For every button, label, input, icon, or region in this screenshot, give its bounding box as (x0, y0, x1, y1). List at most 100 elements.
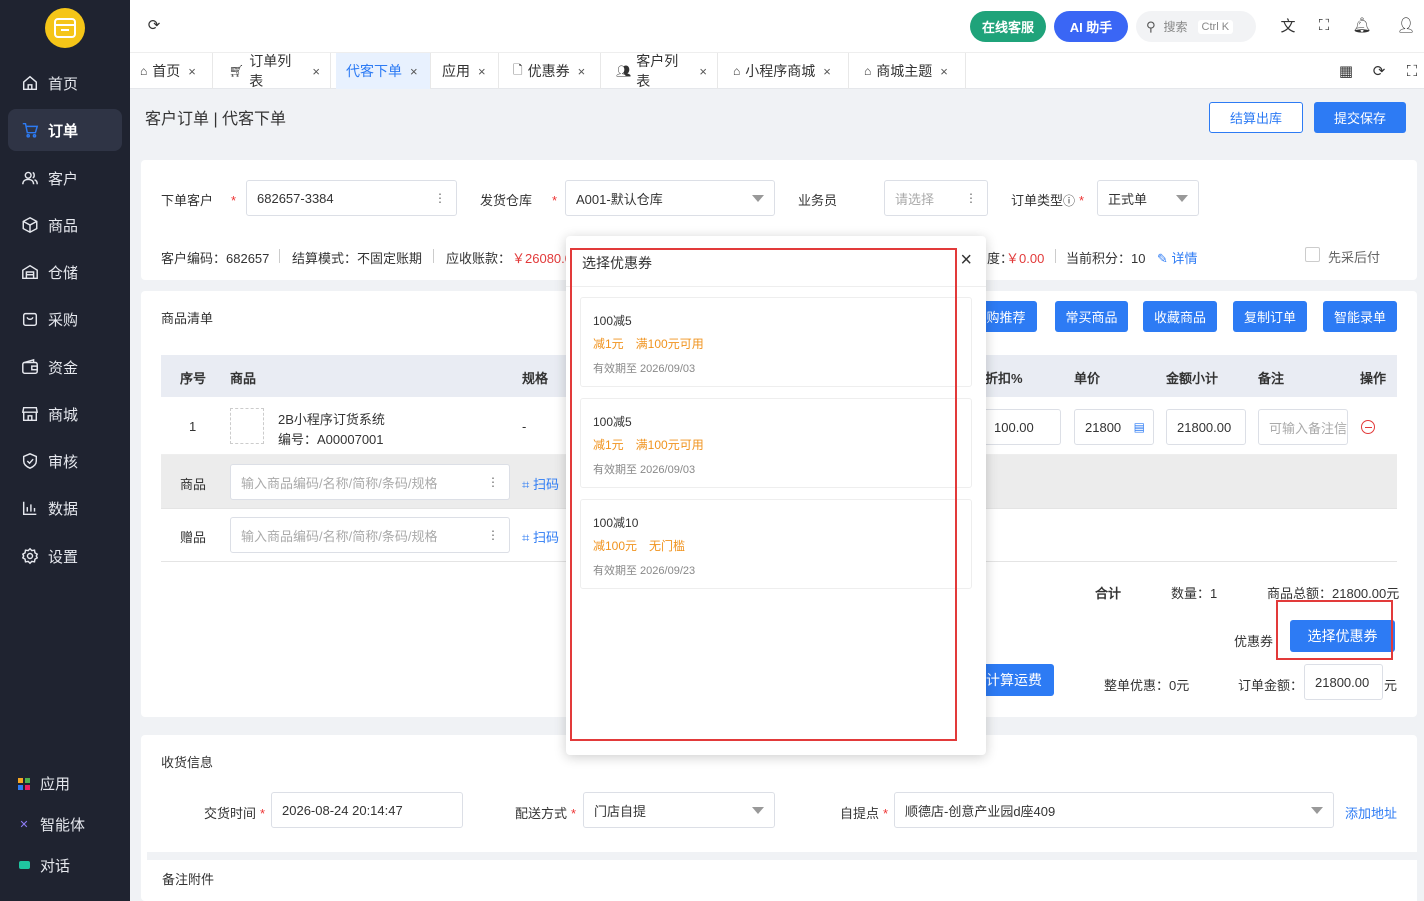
reload-icon[interactable]: ⟳ (1369, 61, 1389, 81)
warehouse-select[interactable]: A001-默认仓库 (565, 180, 775, 216)
search-box[interactable]: ⚲ 搜索 Ctrl K (1136, 11, 1256, 42)
sidebar-agents-label: 智能体 (40, 817, 86, 834)
online-service-button[interactable]: 在线客服 (970, 11, 1046, 42)
tab-mall-theme[interactable]: ⌂ 商城主题 × (854, 53, 966, 89)
product-spec: - (522, 419, 527, 434)
delivery-time-value: 2026-08-24 20:14:47 (282, 802, 403, 818)
store-icon (20, 404, 40, 424)
total-label: 合计 (1095, 586, 1122, 601)
subtotal-input[interactable]: 21800.00 (1166, 409, 1246, 445)
divider (1055, 249, 1056, 263)
sidebar-item-label: 商品 (48, 217, 79, 235)
sidebar-chat[interactable]: 对话 (18, 855, 70, 876)
sidebar-item-data[interactable]: 数据 (8, 487, 122, 529)
customer-field[interactable]: 682657-3384 ⋮ (246, 180, 457, 216)
chevron-down-icon (1176, 195, 1188, 202)
ai-assistant-button[interactable]: AI 助手 (1054, 11, 1128, 42)
delivery-time-label: 交货时间 * (204, 806, 266, 821)
order-amount-value: 21800.00 (1315, 674, 1370, 690)
add-address-link[interactable]: 添加地址 (1345, 803, 1397, 822)
sidebar-apps[interactable]: 应用 (18, 773, 70, 794)
gift-search-input[interactable]: 输入商品编码/名称/简称/条码/规格 ⋮ (230, 517, 510, 553)
order-type-select[interactable]: 正式单 (1097, 180, 1199, 216)
tab-customer-list[interactable]: 👥︎ 客户列表 × (606, 53, 718, 89)
close-icon[interactable]: × (478, 64, 486, 79)
col-remark: 备注 (1258, 371, 1285, 386)
price-input[interactable]: 21800 ▤ (1074, 409, 1154, 445)
copy-order-button[interactable]: 复制订单 (1233, 301, 1307, 332)
grid-icon[interactable]: ▦ (1336, 61, 1356, 81)
scan-icon: ⌗ (522, 477, 530, 492)
salesperson-select[interactable]: 请选择 ⋮ (884, 180, 988, 216)
tab-mini-program-mall[interactable]: ⌂ 小程序商城 × (723, 53, 849, 89)
sidebar-item-products[interactable]: 商品 (8, 204, 122, 246)
tab-home[interactable]: ⌂ 首页 × (130, 53, 213, 89)
delivery-method-select[interactable]: 门店自提 (583, 792, 775, 828)
tab-order-list[interactable]: 🛒︎ 订单列表 × (219, 53, 331, 89)
bag-icon (20, 309, 40, 329)
details-link[interactable]: ✎ 详情 (1157, 248, 1198, 267)
remark-input[interactable]: 可输入备注信 (1258, 409, 1348, 445)
discount-input[interactable]: 100.00 (983, 409, 1061, 445)
fullscreen-icon[interactable]: ⛶ (1314, 15, 1334, 35)
close-icon[interactable]: × (188, 64, 196, 79)
app-logo[interactable] (45, 8, 85, 48)
warehouse-value: A001-默认仓库 (576, 191, 663, 207)
close-icon[interactable]: × (699, 64, 707, 79)
tab-label: 应用 (442, 63, 470, 79)
help-icon: ⓘ (1063, 194, 1076, 208)
tab-place-order[interactable]: 代客下单 × (336, 53, 431, 89)
sidebar-item-review[interactable]: 审核 (8, 440, 122, 482)
tab-apps[interactable]: 应用 × (432, 53, 499, 89)
remove-row-icon[interactable] (1361, 420, 1375, 434)
cart-icon: 🛒︎ (229, 64, 245, 78)
smart-entry-button[interactable]: 智能录单 (1323, 301, 1397, 332)
frequent-products-button[interactable]: 常买商品 (1055, 301, 1128, 332)
user-icon[interactable]: 👤︎ (1396, 15, 1416, 35)
sidebar-item-warehouse[interactable]: 仓储 (8, 251, 122, 293)
balance-value: ￥0.00 (1006, 251, 1045, 266)
close-icon[interactable]: × (410, 64, 418, 79)
order-amount-input[interactable]: 21800.00 (1304, 664, 1383, 700)
calculate-shipping-button[interactable]: 计算运费 (974, 664, 1054, 696)
purchase-later-checkbox[interactable] (1305, 247, 1320, 262)
sidebar-item-purchase[interactable]: 采购 (8, 298, 122, 340)
sidebar-item-settings[interactable]: 设置 (8, 535, 122, 577)
close-icon[interactable]: × (312, 64, 320, 79)
sidebar-item-label: 资金 (48, 359, 79, 377)
col-product: 商品 (230, 371, 257, 386)
tab-coupons[interactable]: 🗋 优惠券 × (503, 53, 601, 89)
sidebar-item-orders[interactable]: 订单 (8, 109, 122, 151)
divider (279, 249, 280, 263)
gear-icon (20, 546, 40, 566)
cart-icon (20, 120, 40, 140)
sidebar-agents[interactable]: ✕ 智能体 (18, 814, 85, 835)
refresh-icon[interactable]: ⟳ (144, 15, 164, 35)
checkout-button[interactable]: 结算出库 (1209, 102, 1303, 133)
users-icon (20, 168, 40, 188)
purchase-later-label: 先采后付 (1328, 250, 1381, 265)
scan-button[interactable]: ⌗ 扫码 (522, 527, 559, 546)
translate-icon[interactable]: 文 (1278, 15, 1298, 35)
pickup-select[interactable]: 顺德店-创意产业园d座409 (894, 792, 1334, 828)
sidebar-item-home[interactable]: 首页 (8, 62, 122, 104)
favorite-products-button[interactable]: 收藏商品 (1143, 301, 1217, 332)
agent-icon: ✕ (19, 819, 29, 831)
sidebar-item-label: 审核 (48, 453, 79, 471)
scan-button[interactable]: ⌗ 扫码 (522, 474, 559, 493)
close-icon[interactable]: × (960, 250, 972, 270)
sidebar-item-mall[interactable]: 商城 (8, 393, 122, 435)
close-icon[interactable]: × (578, 64, 586, 79)
sidebar-item-funds[interactable]: 资金 (8, 346, 122, 388)
sidebar-item-label: 商城 (48, 406, 79, 424)
bell-icon[interactable]: 🔔︎ (1352, 15, 1372, 35)
goods-search-input[interactable]: 输入商品编码/名称/简称/条码/规格 ⋮ (230, 464, 510, 500)
calendar-icon: ▤ (1133, 420, 1145, 434)
submit-button[interactable]: 提交保存 (1314, 102, 1406, 133)
sidebar-item-customers[interactable]: 客户 (8, 157, 122, 199)
close-icon[interactable]: × (823, 64, 831, 79)
delivery-time-input[interactable]: 2026-08-24 20:14:47 (271, 792, 463, 828)
close-icon[interactable]: × (940, 64, 948, 79)
expand-icon[interactable]: ⛶ (1402, 61, 1422, 81)
sidebar-item-label: 仓储 (48, 264, 79, 282)
